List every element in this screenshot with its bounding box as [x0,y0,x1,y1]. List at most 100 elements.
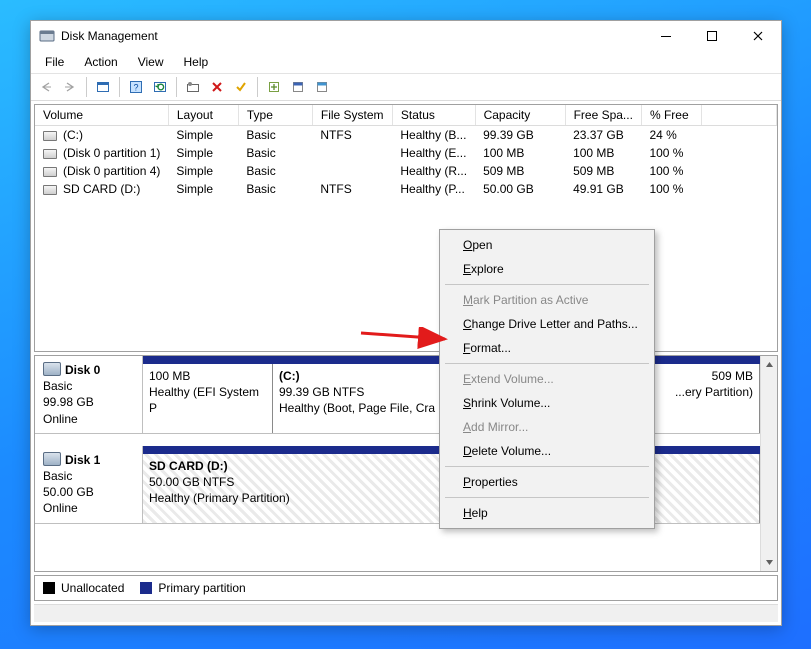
back-button [35,76,57,98]
menubar: File Action View Help [31,51,781,73]
legend-unallocated: Unallocated [43,581,124,595]
maximize-button[interactable] [689,21,735,51]
col-type[interactable]: Type [238,105,312,126]
volume-row[interactable]: (Disk 0 partition 4) SimpleBasic Healthy (… [35,162,777,180]
volume-type: Basic [238,162,312,180]
titlebar: Disk Management [31,21,781,51]
volume-status: Healthy (B... [392,126,475,145]
drive-icon [43,167,57,177]
close-button[interactable] [735,21,781,51]
col-filesystem[interactable]: File System [312,105,392,126]
volume-status: Healthy (R... [392,162,475,180]
volume-name: (Disk 0 partition 1) [63,146,160,160]
volume-fs [312,162,392,180]
disk-icon [43,362,61,376]
ctx-mark-active: Mark Partition as Active [443,288,651,312]
partition-status: Healthy (Boot, Page File, Cra [279,401,435,415]
volume-pctfree: 100 % [641,144,701,162]
vertical-scrollbar[interactable] [760,356,777,571]
disk-size: 50.00 GB [43,485,94,499]
toolbar: ? [31,73,781,101]
menu-help[interactable]: Help [174,51,219,73]
disk-name: Disk 1 [65,453,100,467]
partition-size: 50.00 GB NTFS [149,475,234,489]
partition[interactable]: 100 MB Healthy (EFI System P [143,364,273,433]
settings-button[interactable] [182,76,204,98]
volume-fs: NTFS [312,180,392,198]
col-capacity[interactable]: Capacity [475,105,565,126]
ctx-explore[interactable]: Explore [443,257,651,281]
ctx-open[interactable]: Open [443,233,651,257]
volume-name: (Disk 0 partition 4) [63,164,160,178]
show-hide-console-button[interactable] [92,76,114,98]
action-a-button[interactable] [263,76,285,98]
disk-icon [43,452,61,466]
scroll-up-icon[interactable] [761,356,777,373]
legend: Unallocated Primary partition [34,575,778,601]
disk-type: Basic [43,469,72,483]
delete-button[interactable] [206,76,228,98]
col-pctfree[interactable]: % Free [641,105,701,126]
ctx-help[interactable]: Help [443,501,651,525]
disk-name: Disk 0 [65,363,100,377]
col-status[interactable]: Status [392,105,475,126]
volume-row[interactable]: (C:)SimpleBasicNTFSHealthy (B...99.39 GB… [35,126,777,145]
col-spacer [701,105,776,126]
forward-button [59,76,81,98]
volume-layout: Simple [168,144,238,162]
apply-button[interactable] [230,76,252,98]
ctx-add-mirror: Add Mirror... [443,415,651,439]
action-b-button[interactable] [287,76,309,98]
volume-pctfree: 100 % [641,162,701,180]
volume-row[interactable]: (Disk 0 partition 1)SimpleBasicHealthy (… [35,144,777,162]
volume-row[interactable]: SD CARD (D:)SimpleBasicNTFSHealthy (P...… [35,180,777,198]
help-button[interactable]: ? [125,76,147,98]
action-c-button[interactable] [311,76,333,98]
volume-type: Basic [238,180,312,198]
partition-title: SD CARD (D:) [149,459,228,473]
disk-label[interactable]: Disk 1Basic50.00 GBOnline [35,446,143,523]
partition-size: 100 MB [149,369,190,383]
col-volume[interactable]: Volume [35,105,168,126]
column-headers: Volume Layout Type File System Status Ca… [35,105,777,126]
volume-name: (C:) [63,128,83,142]
partition-size: 509 MB [712,369,753,383]
volume-layout: Simple [168,180,238,198]
menu-action[interactable]: Action [74,51,127,73]
drive-icon [43,131,57,141]
volume-layout: Simple [168,162,238,180]
partition-status: ...ery Partition) [675,385,753,399]
ctx-format[interactable]: Format... [443,336,651,360]
status-bar [34,604,778,622]
disk-size: 99.98 GB [43,395,94,409]
drive-icon [43,185,57,195]
ctx-change-drive-letter[interactable]: Change Drive Letter and Paths... [443,312,651,336]
volume-capacity: 100 MB [475,144,565,162]
scroll-down-icon[interactable] [761,554,777,571]
app-icon [39,28,55,44]
ctx-shrink-volume[interactable]: Shrink Volume... [443,391,651,415]
menu-file[interactable]: File [35,51,74,73]
volume-layout: Simple [168,126,238,145]
window-title: Disk Management [61,29,643,43]
legend-primary: Primary partition [140,581,245,595]
disk-label[interactable]: Disk 0Basic99.98 GBOnline [35,356,143,433]
volume-status: Healthy (E... [392,144,475,162]
refresh-button[interactable] [149,76,171,98]
col-layout[interactable]: Layout [168,105,238,126]
ctx-extend-volume: Extend Volume... [443,367,651,391]
context-menu: Open Explore Mark Partition as Active Ch… [439,229,655,529]
partition-title: (C:) [279,369,300,383]
partition-status: Healthy (EFI System P [149,385,259,415]
disk-graphical-view: Disk 0Basic99.98 GBOnline 100 MB Healthy (… [34,355,778,572]
volume-capacity: 509 MB [475,162,565,180]
minimize-button[interactable] [643,21,689,51]
menu-view[interactable]: View [128,51,174,73]
volume-free: 23.37 GB [565,126,641,145]
volume-fs [312,144,392,162]
partition-status: Healthy (Primary Partition) [149,491,290,505]
volume-list: Volume Layout Type File System Status Ca… [34,104,778,352]
col-free[interactable]: Free Spa... [565,105,641,126]
ctx-delete-volume[interactable]: Delete Volume... [443,439,651,463]
ctx-properties[interactable]: Properties [443,470,651,494]
